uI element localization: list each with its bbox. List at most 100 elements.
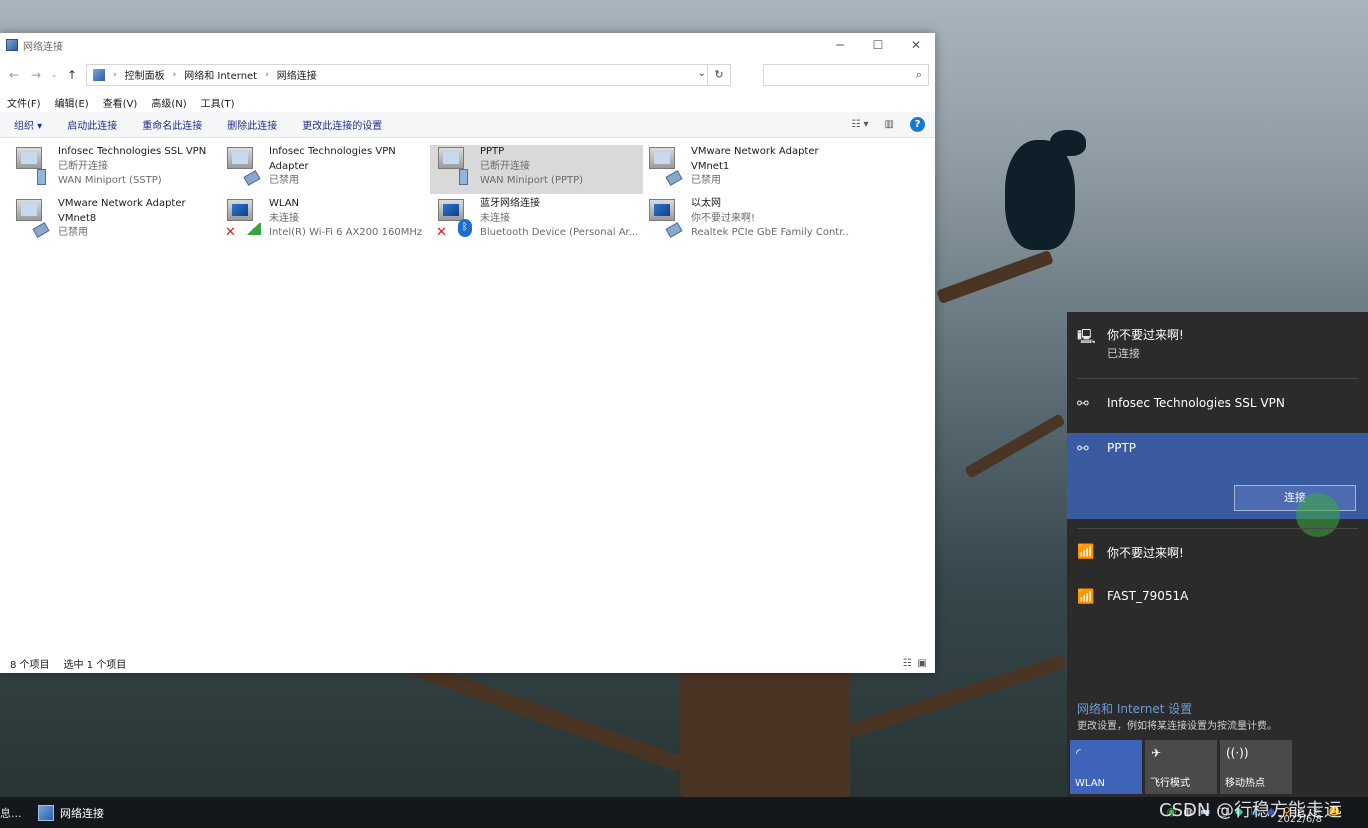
connection-item[interactable]: VMware Network Adapter VMnet1 已禁用 (643, 145, 854, 194)
search-input[interactable]: ⌕ (763, 63, 929, 86)
delete-connection-button[interactable]: 删除此连接 (227, 117, 277, 132)
menu-edit[interactable]: 编辑(E) (55, 95, 89, 110)
bluetooth-adapter-icon: ᛒ ✕ (436, 197, 472, 239)
forward-arrow-icon[interactable]: → (28, 68, 44, 82)
connection-item[interactable]: VMware Network Adapter VMnet8 已禁用 (10, 197, 221, 246)
taskbar-app-fragment[interactable]: 息... (0, 805, 22, 821)
ethernet-icon: 🖳 (1077, 329, 1096, 345)
command-bar: 组织 ▾ 启动此连接 重命名此连接 删除此连接 更改此连接的设置 ☷ ▾ ▥ ? (0, 112, 935, 138)
airplane-icon: ✈ (1151, 746, 1162, 760)
vpn-icon: ⚯ (1077, 441, 1089, 457)
tiles-view-icon[interactable]: ▣ (918, 658, 927, 669)
network-connections-icon (38, 804, 54, 821)
connection-device: Bluetooth Device (Personal Ar... (480, 227, 639, 238)
tile-label: WLAN (1075, 778, 1106, 789)
rename-connection-button[interactable]: 重命名此连接 (142, 117, 202, 132)
breadcrumb-network-internet[interactable]: 网络和 Internet (184, 67, 257, 82)
title-bar[interactable]: 网络连接 ─ ☐ ✕ (0, 33, 935, 57)
connection-status: 已禁用 (269, 175, 299, 186)
connection-name: WLAN (269, 198, 300, 209)
network-adapter-icon (647, 145, 683, 187)
breadcrumb-control-panel[interactable]: 控制面板 (125, 67, 165, 82)
chevron-right-icon[interactable]: › (265, 70, 269, 80)
connection-status: 你不要过来啊! (691, 212, 756, 224)
taskbar-app-label: 网络连接 (60, 806, 104, 820)
up-arrow-icon[interactable]: ↑ (64, 68, 80, 82)
address-box[interactable]: › 控制面板 › 网络和 Internet › 网络连接 ⌄ ↻ (86, 63, 731, 86)
vpn-name: PPTP (1107, 441, 1137, 455)
item-count: 8 个项目 (10, 660, 50, 671)
divider (1077, 378, 1358, 379)
chevron-right-icon[interactable]: › (173, 70, 177, 80)
connection-name: Infosec Technologies VPN Adapter (269, 146, 396, 172)
connection-status: 已断开连接 (480, 160, 530, 172)
menu-tools[interactable]: 工具(T) (201, 95, 235, 110)
connections-grid: Infosec Technologies SSL VPN 已断开连接 WAN M… (10, 145, 854, 249)
wifi-secured-icon: 📶 (1077, 544, 1095, 560)
connection-item[interactable]: 以太网 你不要过来啊! Realtek PCIe GbE Family Cont… (643, 197, 854, 246)
vpn-name: Infosec Technologies SSL VPN (1107, 396, 1285, 410)
connection-item[interactable]: Infosec Technologies VPN Adapter 已禁用 (221, 145, 432, 194)
chevron-down-icon[interactable]: ⌄ (698, 68, 706, 79)
maximize-button[interactable]: ☐ (859, 33, 897, 57)
network-flyout: 🖳 你不要过来啊! 已连接 ⚯ Infosec Technologies SSL… (1067, 312, 1368, 799)
connection-item[interactable]: ✕ WLAN 未连接 Intel(R) Wi-Fi 6 AX200 160MHz (221, 197, 432, 246)
control-panel-icon (93, 68, 105, 81)
vpn-row-infosec[interactable]: ⚯ Infosec Technologies SSL VPN (1067, 396, 1368, 412)
vpn-connection-icon (436, 145, 472, 187)
tile-label: 飞行模式 (1150, 778, 1190, 789)
refresh-icon[interactable]: ↻ (707, 63, 731, 86)
ethernet-adapter-icon (647, 197, 683, 239)
chevron-right-icon[interactable]: › (113, 70, 117, 80)
start-connection-button[interactable]: 启动此连接 (67, 117, 117, 132)
menu-file[interactable]: 文件(F) (7, 95, 41, 110)
wallpaper-branch (964, 413, 1066, 479)
wifi-network-row[interactable]: 📶 你不要过来啊! (1067, 544, 1368, 561)
taskbar-network-connections[interactable]: 网络连接 (32, 797, 110, 828)
mobile-hotspot-tile[interactable]: ((·)) 移动热点 (1220, 740, 1292, 794)
address-bar-row: ← → ⌄ ↑ › 控制面板 › 网络和 Internet › 网络连接 ⌄ ↻… (0, 57, 935, 92)
cursor-highlight (1296, 493, 1340, 537)
vpn-row-pptp[interactable]: ⚯ PPTP 连接 (1067, 433, 1368, 537)
vpn-icon: ⚯ (1077, 396, 1089, 412)
status-bar: 8 个项目 选中 1 个项目 (10, 656, 126, 671)
quick-action-tiles: ◜ WLAN ✈ 飞行模式 ((·)) 移动热点 (1070, 740, 1292, 794)
menu-advanced[interactable]: 高级(N) (151, 95, 186, 110)
connection-name: PPTP (480, 146, 505, 157)
connection-item[interactable]: Infosec Technologies SSL VPN 已断开连接 WAN M… (10, 145, 221, 194)
wifi-name: 你不要过来啊! (1107, 546, 1184, 560)
ethernet-network-row[interactable]: 🖳 你不要过来啊! 已连接 (1067, 326, 1368, 361)
menu-view[interactable]: 查看(V) (103, 95, 138, 110)
help-icon[interactable]: ? (910, 117, 925, 132)
wifi-network-row[interactable]: 📶 FAST_79051A (1067, 589, 1368, 605)
network-settings-description: 更改设置，例如将某连接设置为按流量计费。 (1077, 721, 1277, 732)
network-connections-window[interactable]: 网络连接 ─ ☐ ✕ ← → ⌄ ↑ › 控制面板 › 网络和 Internet… (0, 33, 935, 673)
network-adapter-icon (225, 145, 261, 187)
connection-device: Realtek PCIe GbE Family Contr... (691, 227, 850, 238)
details-view-icon[interactable]: ☷ (903, 658, 912, 669)
change-view-icon[interactable]: ☷ ▾ (851, 119, 868, 130)
connection-name: VMware Network Adapter VMnet1 (691, 146, 819, 172)
wallpaper-crow-head (1050, 130, 1086, 156)
search-icon: ⌕ (915, 67, 922, 81)
ethernet-name: 你不要过来啊! (1107, 328, 1184, 342)
preview-pane-icon[interactable]: ▥ (885, 119, 894, 130)
wlan-toggle-tile[interactable]: ◜ WLAN (1070, 740, 1142, 794)
connection-status: 已断开连接 (58, 160, 108, 172)
connection-item-selected[interactable]: PPTP 已断开连接 WAN Miniport (PPTP) (430, 145, 643, 194)
connection-item[interactable]: ᛒ ✕ 蓝牙网络连接 未连接 Bluetooth Device (Personal… (432, 197, 643, 246)
back-arrow-icon[interactable]: ← (6, 68, 22, 82)
change-settings-button[interactable]: 更改此连接的设置 (302, 117, 382, 132)
breadcrumb-network-connections[interactable]: 网络连接 (277, 67, 317, 82)
csdn-watermark: CSDN @行稳方能走远 (1159, 800, 1343, 821)
recent-dropdown-icon[interactable]: ⌄ (50, 70, 58, 79)
connection-device: Intel(R) Wi-Fi 6 AX200 160MHz (269, 227, 423, 238)
minimize-button[interactable]: ─ (821, 33, 859, 57)
control-panel-icon (6, 39, 18, 51)
divider (1077, 528, 1358, 529)
connection-name: Infosec Technologies SSL VPN (58, 146, 207, 157)
airplane-mode-tile[interactable]: ✈ 飞行模式 (1145, 740, 1217, 794)
organize-button[interactable]: 组织 ▾ (14, 117, 42, 132)
network-settings-link[interactable]: 网络和 Internet 设置 (1077, 700, 1192, 717)
close-button[interactable]: ✕ (897, 33, 935, 57)
